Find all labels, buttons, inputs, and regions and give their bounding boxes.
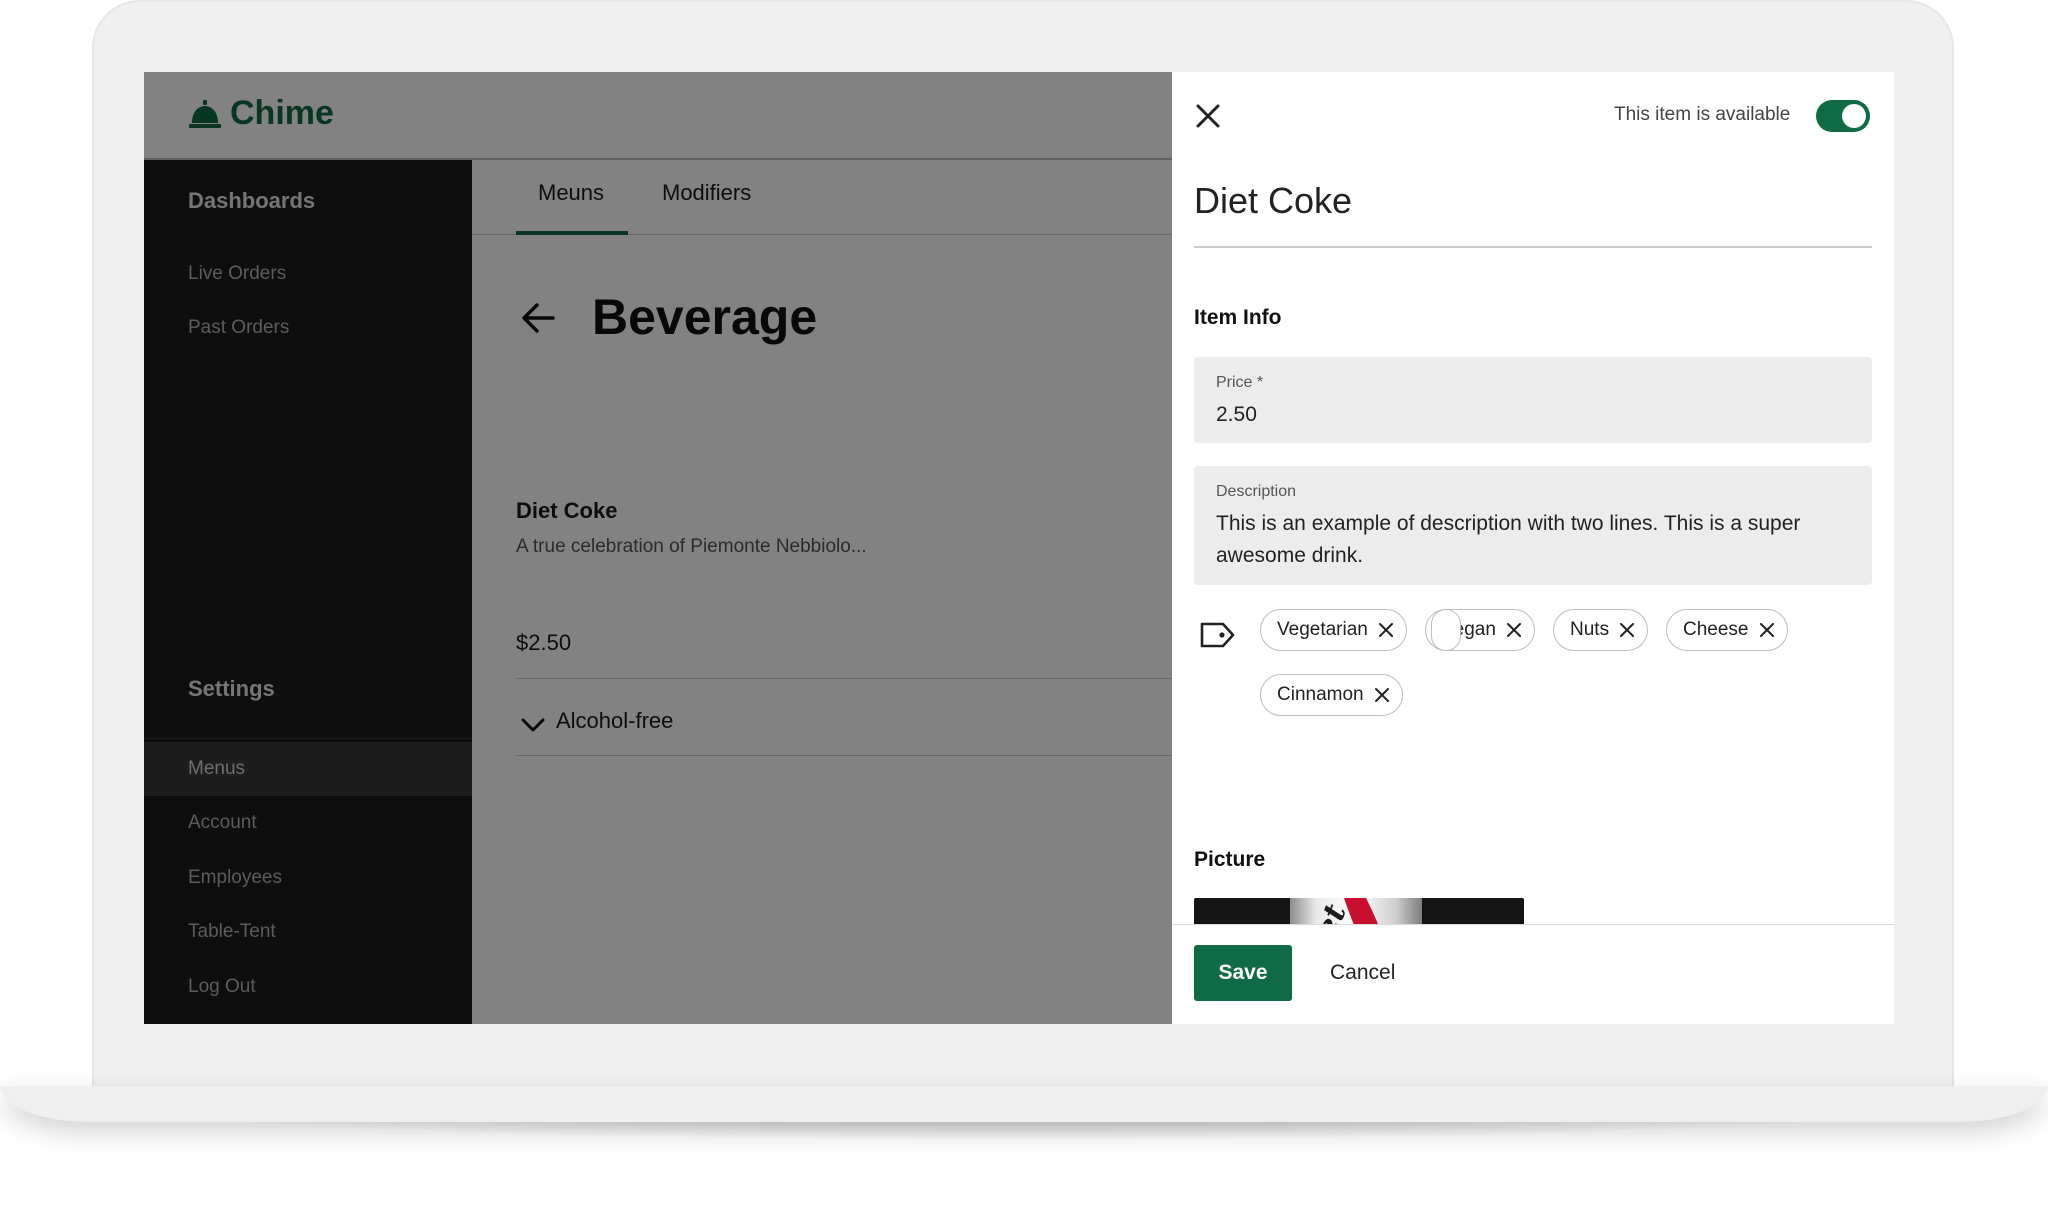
picture-heading: Picture	[1194, 848, 1266, 871]
save-button[interactable]: Save	[1194, 945, 1292, 1001]
app-screen: Chime Dashboards Live Orders Past Orders…	[144, 72, 1894, 1024]
tag-chip-label: Nuts	[1570, 619, 1610, 640]
price-label: Price *	[1216, 374, 1264, 391]
modal-overlay[interactable]	[144, 72, 1172, 1024]
close-icon[interactable]	[1378, 622, 1394, 638]
drawer-title: Diet Coke	[1194, 180, 1353, 221]
tag-chip-cinnamon: Cinnamon	[1260, 674, 1403, 716]
tag-chip-label: Cinnamon	[1277, 684, 1364, 705]
drawer-footer: Save Cancel	[1172, 924, 1894, 1024]
tag-chip-nuts: Nuts	[1553, 609, 1649, 651]
tag-chip-label: Vegetarian	[1277, 619, 1368, 640]
description-value[interactable]: This is an example of description with t…	[1216, 508, 1836, 572]
title-divider	[1194, 246, 1872, 248]
availability-toggle[interactable]	[1816, 100, 1870, 132]
laptop-base	[0, 1086, 2048, 1122]
price-value[interactable]: 2.50	[1216, 399, 1836, 431]
tag-chip-vegetarian: Vegetarian	[1260, 609, 1407, 651]
description-label: Description	[1216, 483, 1297, 500]
tag-chip-label: Cheese	[1683, 619, 1749, 640]
description-field[interactable]: Description This is an example of descri…	[1194, 466, 1872, 585]
price-field[interactable]: Price * 2.50	[1194, 357, 1872, 443]
tag-chip-cheese-placeholder	[1431, 609, 1461, 651]
item-info-heading: Item Info	[1194, 306, 1282, 329]
toggle-knob	[1842, 104, 1866, 128]
close-icon[interactable]	[1374, 687, 1390, 703]
close-icon[interactable]	[1759, 622, 1775, 638]
close-icon[interactable]	[1506, 622, 1522, 638]
tag-chip-cheese: Cheese	[1666, 609, 1788, 651]
tag-icon	[1200, 622, 1235, 648]
edit-item-drawer: This item is available Diet Coke Item In…	[1172, 72, 1894, 1024]
close-icon[interactable]	[1192, 100, 1224, 132]
cancel-button[interactable]: Cancel	[1330, 945, 1395, 1001]
availability-label: This item is available	[1614, 104, 1791, 125]
close-icon[interactable]	[1619, 622, 1635, 638]
